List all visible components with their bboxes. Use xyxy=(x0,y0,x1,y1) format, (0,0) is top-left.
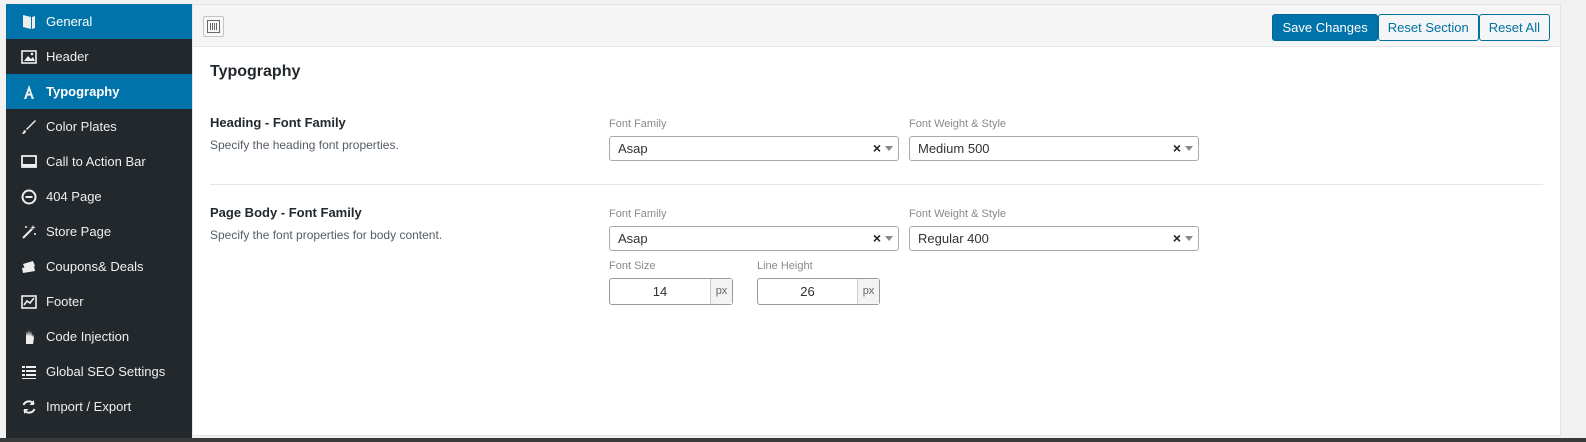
heading-font-family-select[interactable]: Asap × xyxy=(609,136,899,161)
sidebar-item-footer[interactable]: Footer xyxy=(6,284,192,319)
sidebar-item-label: General xyxy=(46,14,93,29)
body-font-weight-value: Regular 400 xyxy=(918,231,989,246)
heading-font-title: Heading - Font Family xyxy=(210,115,346,130)
heading-font-family-label: Font Family xyxy=(609,118,667,130)
sidebar-item-label: Call to Action Bar xyxy=(46,154,146,169)
body-font-title: Page Body - Font Family xyxy=(210,205,362,220)
list-icon xyxy=(20,363,38,381)
chevron-down-icon[interactable] xyxy=(885,236,893,241)
font-size-unit: px xyxy=(710,279,732,304)
section-divider xyxy=(210,184,1543,185)
sidebar-item-label: 404 Page xyxy=(46,189,102,204)
book-icon xyxy=(20,13,38,31)
heading-font-weight-select[interactable]: Medium 500 × xyxy=(909,136,1199,161)
reset-section-button[interactable]: Reset Section xyxy=(1377,14,1479,41)
line-height-unit: px xyxy=(857,279,879,304)
sidebar-item-store-page[interactable]: Store Page xyxy=(6,214,192,249)
line-height-input[interactable]: 26 xyxy=(758,279,857,304)
sidebar-item-label: Global SEO Settings xyxy=(46,364,166,379)
clear-icon[interactable]: × xyxy=(1173,230,1181,246)
body-font-family-select[interactable]: Asap × xyxy=(609,226,899,251)
font-size-input[interactable]: 14 xyxy=(610,279,710,304)
chevron-down-icon[interactable] xyxy=(1185,236,1193,241)
chevron-down-icon[interactable] xyxy=(1185,146,1193,151)
font-size-label: Font Size xyxy=(609,260,656,272)
options-panel: Save Changes Reset Section Reset All Typ… xyxy=(192,4,1561,436)
body-font-family-value: Asap xyxy=(618,231,648,246)
brush-icon xyxy=(20,118,38,136)
sidebar-item-call-to-action-bar[interactable]: Call to Action Bar xyxy=(6,144,192,179)
sidebar-item-label: Header xyxy=(46,49,89,64)
body-font-family-label: Font Family xyxy=(609,208,667,220)
font-size-field[interactable]: 14 px xyxy=(609,278,733,305)
sidebar-item-label: Coupons& Deals xyxy=(46,259,144,274)
image-icon xyxy=(20,48,38,66)
sidebar-item-label: Code Injection xyxy=(46,329,130,344)
reset-all-button[interactable]: Reset All xyxy=(1478,14,1550,41)
font-icon xyxy=(20,83,38,101)
refresh-icon xyxy=(20,398,38,416)
sidebar-item-404-page[interactable]: 404 Page xyxy=(6,179,192,214)
sidebar-item-global-seo-settings[interactable]: Global SEO Settings xyxy=(6,354,192,389)
save-changes-button[interactable]: Save Changes xyxy=(1272,14,1378,41)
clear-icon[interactable]: × xyxy=(873,230,881,246)
chart-icon xyxy=(20,293,38,311)
bottom-bar xyxy=(0,438,1586,442)
sidebar-item-label: Footer xyxy=(46,294,84,309)
line-height-field[interactable]: 26 px xyxy=(757,278,880,305)
right-edge xyxy=(1561,4,1586,438)
options-sidebar: General Header Typography Color Plates C… xyxy=(6,4,192,438)
sidebar-item-label: Color Plates xyxy=(46,119,117,134)
options-toolbar: Save Changes Reset Section Reset All xyxy=(193,5,1560,47)
body-font-weight-label: Font Weight & Style xyxy=(909,208,1007,220)
sidebar-item-coupons-deals[interactable]: Coupons& Deals xyxy=(6,249,192,284)
minus-circle-icon xyxy=(20,188,38,206)
sidebar-item-label: Import / Export xyxy=(46,399,132,414)
page-title: Typography xyxy=(210,63,301,80)
sidebar-item-typography[interactable]: Typography xyxy=(6,74,192,109)
sidebar-item-color-plates[interactable]: Color Plates xyxy=(6,109,192,144)
hand-icon xyxy=(20,328,38,346)
monitor-icon xyxy=(20,153,38,171)
sidebar-item-general[interactable]: General xyxy=(6,4,192,39)
tickets-icon xyxy=(20,258,38,276)
sidebar-item-import-export[interactable]: Import / Export xyxy=(6,389,192,424)
body-font-weight-select[interactable]: Regular 400 × xyxy=(909,226,1199,251)
sidebar-item-header[interactable]: Header xyxy=(6,39,192,74)
chevron-down-icon[interactable] xyxy=(885,146,893,151)
clear-icon[interactable]: × xyxy=(1173,140,1181,156)
magic-wand-icon xyxy=(20,223,38,241)
heading-font-weight-label: Font Weight & Style xyxy=(909,118,1007,130)
columns-icon xyxy=(207,20,220,33)
sidebar-item-code-injection[interactable]: Code Injection xyxy=(6,319,192,354)
heading-font-family-value: Asap xyxy=(618,141,648,156)
expand-toggle-button[interactable] xyxy=(203,16,224,37)
toolbar-buttons: Save Changes Reset Section Reset All xyxy=(1272,14,1550,41)
sidebar-item-label: Typography xyxy=(46,84,120,99)
sidebar-item-label: Store Page xyxy=(46,224,112,239)
line-height-label: Line Height xyxy=(757,260,813,272)
clear-icon[interactable]: × xyxy=(873,140,881,156)
heading-font-weight-value: Medium 500 xyxy=(918,141,990,156)
